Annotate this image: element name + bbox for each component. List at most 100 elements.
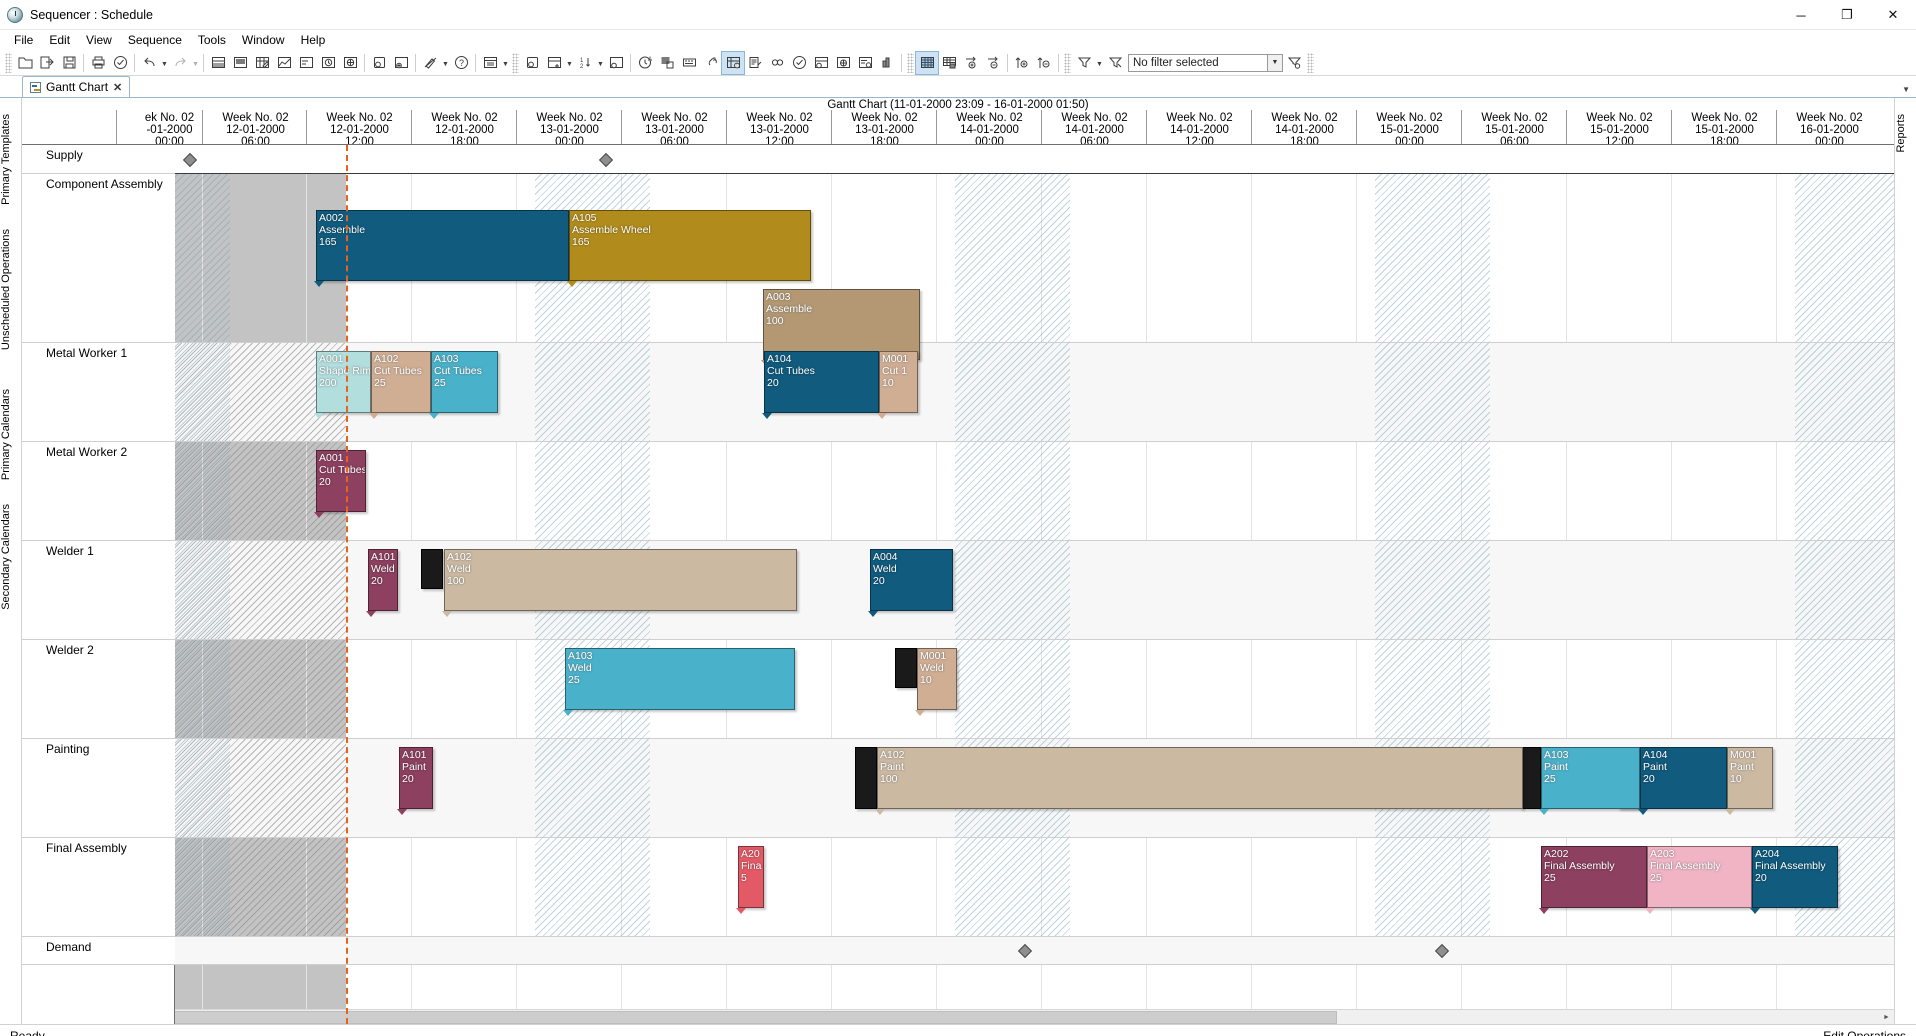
scrollbar-thumb[interactable]: [37, 1010, 1337, 1024]
keyboard-icon[interactable]: [678, 52, 700, 74]
setup-block[interactable]: [421, 549, 443, 589]
row-label-painting[interactable]: Painting: [22, 739, 175, 838]
scroll-right-arrow[interactable]: ►: [1879, 1010, 1894, 1025]
clock-chart-icon[interactable]: [317, 52, 339, 74]
task-bar[interactable]: A20 Fina 5: [738, 846, 764, 908]
validate-icon[interactable]: [109, 52, 131, 74]
help-icon[interactable]: ?: [450, 52, 472, 74]
check-circle-icon[interactable]: [788, 52, 810, 74]
task-bar[interactable]: A104 Paint 20: [1640, 747, 1727, 809]
row-label-component-assembly[interactable]: Component Assembly: [22, 174, 175, 343]
close-button[interactable]: ✕: [1870, 0, 1916, 30]
tab-gantt-chart[interactable]: Gantt Chart ✕: [22, 76, 131, 97]
filter-icon[interactable]: [1073, 52, 1095, 74]
sidebar-item-primary-templates[interactable]: Primary Templates: [0, 108, 22, 211]
filter-dropdown-caret[interactable]: ▼: [1095, 52, 1104, 74]
gantt-row-band[interactable]: [175, 937, 1894, 965]
redo-icon[interactable]: [169, 52, 191, 74]
menu-tools[interactable]: Tools: [190, 31, 234, 49]
row-label-final-assembly[interactable]: Final Assembly: [22, 838, 175, 937]
task-bar[interactable]: A101 Weld 20: [368, 549, 398, 611]
infinity-icon[interactable]: [766, 52, 788, 74]
save-icon[interactable]: [58, 52, 80, 74]
link-icon[interactable]: 2: [700, 52, 722, 74]
task-bar[interactable]: A102 Weld 100: [444, 549, 797, 611]
capacity-chart-icon[interactable]: [273, 52, 295, 74]
task-bar[interactable]: A204 Final Assembly 20: [1752, 846, 1838, 908]
minimize-button[interactable]: ─: [1778, 0, 1824, 30]
task-bar[interactable]: A102 Paint 100: [877, 747, 1523, 809]
task-bar[interactable]: A101 Paint 20: [399, 747, 433, 809]
add-row-icon[interactable]: [543, 52, 565, 74]
task-bar[interactable]: M001 Paint 10: [1727, 747, 1773, 809]
task-bar[interactable]: M001 Cut 1 10: [879, 351, 918, 413]
load-chart-icon[interactable]: [229, 52, 251, 74]
gantt-row-band[interactable]: [175, 145, 1894, 174]
pen-strike-icon[interactable]: [419, 52, 441, 74]
close-icon[interactable]: ✕: [113, 81, 122, 94]
row-label-welder-1[interactable]: Welder 1: [22, 541, 175, 640]
properties-icon[interactable]: [479, 52, 501, 74]
gantt-canvas[interactable]: A002 Assemble 165 A105 Assemble Wheel 165 A003…: [175, 145, 1894, 1024]
sort-dropdown-caret[interactable]: ▼: [596, 52, 605, 74]
zoom-vertical-out-icon[interactable]: [1033, 52, 1055, 74]
menu-sequence[interactable]: Sequence: [120, 31, 190, 49]
grid-props-icon[interactable]: [810, 52, 832, 74]
toolbar-grip[interactable]: [512, 52, 519, 73]
menu-view[interactable]: View: [78, 31, 120, 49]
sidebar-item-reports[interactable]: Reports: [1895, 108, 1916, 159]
tabstrip-overflow-caret[interactable]: ▼: [1902, 85, 1910, 94]
filter-select[interactable]: No filter selected: [1128, 53, 1268, 72]
toolbar-grip[interactable]: [907, 52, 914, 73]
pen-dropdown-caret[interactable]: ▼: [441, 52, 450, 74]
toolbar-grip[interactable]: [5, 52, 12, 73]
highlight-rule-icon[interactable]: !: [721, 50, 745, 75]
zoom-horizontal-in-icon[interactable]: [960, 52, 982, 74]
row-label-metal-worker-1[interactable]: Metal Worker 1: [22, 343, 175, 442]
task-bar[interactable]: A203 Final Assembly 25: [1647, 846, 1752, 908]
schedule-grid-icon[interactable]: [207, 52, 229, 74]
bar-chart-icon[interactable]: [876, 52, 898, 74]
time-zoom-icon[interactable]: [368, 52, 390, 74]
row-label-supply[interactable]: Supply: [22, 145, 175, 174]
menu-edit[interactable]: Edit: [41, 31, 78, 49]
setup-block[interactable]: [855, 747, 877, 809]
toolbar-grip[interactable]: [1064, 52, 1071, 73]
row-props-icon[interactable]: [605, 52, 627, 74]
task-bar[interactable]: M001 Weld 10: [917, 648, 957, 710]
task-bar[interactable]: A002 Assemble 165: [316, 210, 569, 281]
setup-block[interactable]: [895, 648, 917, 688]
resource-chart-icon[interactable]: [295, 52, 317, 74]
undo-dropdown-caret[interactable]: ▼: [160, 52, 169, 74]
sidebar-item-unscheduled-operations[interactable]: Unscheduled Operations: [0, 223, 22, 356]
menu-file[interactable]: File: [6, 31, 41, 49]
sidebar-item-primary-calendars[interactable]: Primary Calendars: [0, 383, 22, 486]
task-bar[interactable]: A104 Cut Tubes 20: [764, 351, 879, 413]
open-folder-icon[interactable]: [14, 52, 36, 74]
export-icon[interactable]: [36, 52, 58, 74]
task-bar[interactable]: A102 Cut Tubes 25: [371, 351, 431, 413]
grid-detail-icon[interactable]: [938, 52, 960, 74]
task-bar[interactable]: A001 Cut Tubes 20: [316, 450, 366, 512]
settings-gear-icon[interactable]: [832, 52, 854, 74]
grid-toggle-icon[interactable]: [915, 50, 939, 75]
task-bar[interactable]: A004 Weld 20: [870, 549, 953, 611]
edit-table-icon[interactable]: [251, 52, 273, 74]
zoom-horizontal-out-icon[interactable]: [982, 52, 1004, 74]
filter-config-icon[interactable]: [1283, 52, 1305, 74]
task-bar[interactable]: A103 Cut Tubes 25: [431, 351, 498, 413]
compare-icon[interactable]: [744, 52, 766, 74]
task-bar[interactable]: A103 Weld 25: [565, 648, 795, 710]
sidebar-item-secondary-calendars[interactable]: Secondary Calendars: [0, 498, 22, 616]
properties-dropdown-caret[interactable]: ▼: [501, 52, 510, 74]
horizontal-scrollbar[interactable]: ◄ ►: [22, 1009, 1894, 1024]
row-label-welder-2[interactable]: Welder 2: [22, 640, 175, 739]
scrollbar-track[interactable]: [37, 1009, 1879, 1024]
late-jobs-icon[interactable]: A: [634, 52, 656, 74]
undo-icon[interactable]: [138, 52, 160, 74]
redo-dropdown-caret[interactable]: ▼: [191, 52, 200, 74]
task-bar[interactable]: A003 Assemble 100: [763, 289, 920, 360]
report-icon[interactable]: [854, 52, 876, 74]
sort-icon[interactable]: 12: [574, 52, 596, 74]
print-icon[interactable]: [87, 52, 109, 74]
